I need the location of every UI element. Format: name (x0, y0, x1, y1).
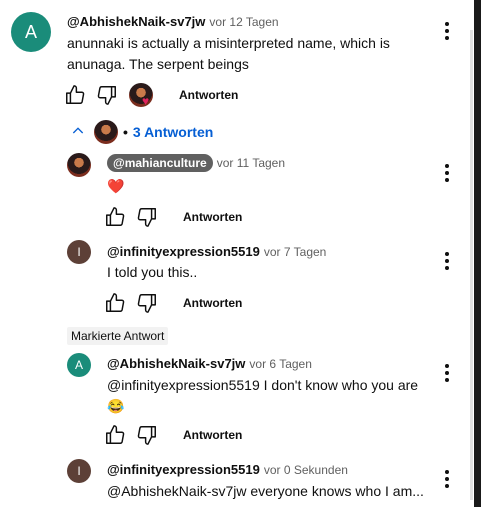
reply-button[interactable]: Antworten (183, 210, 242, 224)
comment-header: @AbhishekNaik-sv7jw vor 12 Tagen (67, 13, 279, 31)
replies-toggle[interactable]: • 3 Antworten (70, 118, 213, 146)
reply-menu-button[interactable] (435, 249, 459, 273)
creator-avatar (94, 120, 118, 144)
reply-header: @mahianculture vor 11 Tagen (107, 154, 285, 172)
creator-heart-badge: ♥ (129, 83, 155, 109)
reply-timestamp[interactable]: vor 7 Tagen (264, 245, 327, 259)
chevron-up-icon (70, 123, 86, 142)
avatar-letter: A (74, 358, 83, 372)
like-icon[interactable] (104, 206, 126, 228)
reply-button[interactable]: Antworten (183, 428, 242, 442)
avatar[interactable]: A (67, 353, 91, 377)
reply-author[interactable]: @infinityexpression5519 (107, 462, 260, 477)
reply-timestamp[interactable]: vor 6 Tagen (249, 357, 312, 371)
reply-button[interactable]: Antworten (179, 88, 238, 102)
comment-text: anunnaki is actually a misinterpreted na… (67, 35, 390, 72)
highlighted-reply-badge: Markierte Antwort (67, 327, 169, 345)
reply-text: ❤️ (107, 178, 125, 194)
dislike-icon[interactable] (136, 206, 158, 228)
comment-menu-button[interactable] (435, 19, 459, 43)
dislike-icon[interactable] (136, 292, 158, 314)
replies-count: 3 Antworten (132, 124, 214, 140)
avatar-letter: A (24, 21, 37, 42)
bullet: • (123, 124, 128, 140)
reply-menu-button[interactable] (435, 161, 459, 185)
avatar-letter: I (77, 245, 81, 259)
reply-timestamp[interactable]: vor 0 Sekunden (264, 463, 348, 477)
reply-header: @infinityexpression5519 vor 0 Sekunden (107, 461, 348, 479)
comment-timestamp[interactable]: vor 12 Tagen (209, 15, 278, 29)
reply-text: @infinityexpression5519 I don't know who… (107, 377, 419, 414)
reply-header: @infinityexpression5519 vor 7 Tagen (107, 243, 326, 261)
reply-menu-button[interactable] (435, 467, 459, 491)
creator-avatar (129, 83, 153, 107)
scrollbar[interactable] (470, 30, 473, 500)
reply-author[interactable]: @infinityexpression5519 (107, 244, 260, 259)
reply-timestamp[interactable]: vor 11 Tagen (217, 156, 285, 170)
side-panel-edge (474, 0, 481, 507)
avatar[interactable]: I (67, 459, 91, 483)
avatar-letter: I (77, 464, 81, 478)
avatar[interactable]: A (11, 12, 51, 52)
like-icon[interactable] (104, 424, 126, 446)
avatar[interactable]: I (67, 240, 91, 264)
avatar[interactable] (67, 153, 91, 177)
like-icon[interactable] (104, 292, 126, 314)
reply-author-chip[interactable]: @mahianculture (107, 154, 213, 172)
reply-header: @AbhishekNaik-sv7jw vor 6 Tagen (107, 355, 312, 373)
reply-author[interactable]: @AbhishekNaik-sv7jw (107, 356, 245, 371)
dislike-icon[interactable] (136, 424, 158, 446)
comment-author[interactable]: @AbhishekNaik-sv7jw (67, 14, 205, 29)
heart-icon: ♥ (142, 94, 150, 108)
dislike-icon[interactable] (96, 84, 118, 106)
reply-text: @AbhishekNaik-sv7jw everyone knows who I… (107, 483, 424, 499)
reply-menu-button[interactable] (435, 361, 459, 385)
reply-text: I told you this.. (107, 264, 198, 280)
like-icon[interactable] (64, 84, 86, 106)
reply-button[interactable]: Antworten (183, 296, 242, 310)
